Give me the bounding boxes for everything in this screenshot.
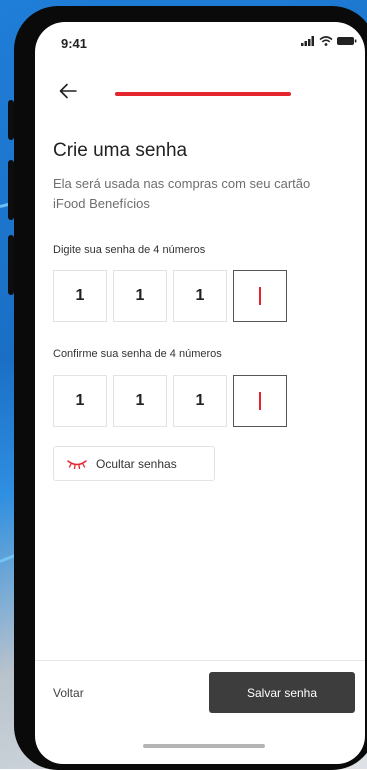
text-caret — [259, 392, 261, 410]
pin-confirm-row: 1 1 1 — [53, 375, 287, 427]
closed-eye-icon — [67, 459, 87, 469]
wifi-icon — [319, 36, 333, 46]
pin-entry-box-4[interactable] — [233, 270, 287, 322]
pin-entry-box-3[interactable]: 1 — [173, 270, 227, 322]
status-icons — [301, 36, 357, 46]
pin-entry-box-1[interactable]: 1 — [53, 270, 107, 322]
save-password-button[interactable]: Salvar senha — [209, 672, 355, 713]
hide-passwords-button[interactable]: Ocultar senhas — [53, 446, 215, 481]
pin-entry-label: Digite sua senha de 4 números — [53, 244, 206, 256]
back-arrow-icon[interactable] — [57, 80, 79, 102]
home-indicator — [143, 744, 265, 748]
pin-confirm-box-1[interactable]: 1 — [53, 375, 107, 427]
status-time: 9:41 — [61, 36, 88, 51]
app-screen: 9:41 Crie uma senha Ela será usada nas c… — [35, 22, 365, 764]
pin-confirm-box-2[interactable]: 1 — [113, 375, 167, 427]
pin-confirm-box-3[interactable]: 1 — [173, 375, 227, 427]
progress-bar — [115, 92, 291, 96]
page-subtitle: Ela será usada nas compras com seu cartã… — [53, 176, 311, 211]
pin-confirm-label: Confirme sua senha de 4 números — [53, 348, 222, 360]
pin-entry-box-2[interactable]: 1 — [113, 270, 167, 322]
text-caret — [259, 287, 261, 305]
footer-divider — [35, 660, 365, 661]
hide-passwords-label: Ocultar senhas — [96, 456, 177, 471]
progress-bar-fill — [115, 92, 291, 96]
signal-icon — [301, 36, 314, 46]
back-button[interactable]: Voltar — [53, 686, 84, 700]
page-title: Crie uma senha — [53, 140, 188, 161]
pin-entry-row: 1 1 1 — [53, 270, 287, 322]
battery-icon — [337, 37, 357, 45]
pin-confirm-box-4[interactable] — [233, 375, 287, 427]
